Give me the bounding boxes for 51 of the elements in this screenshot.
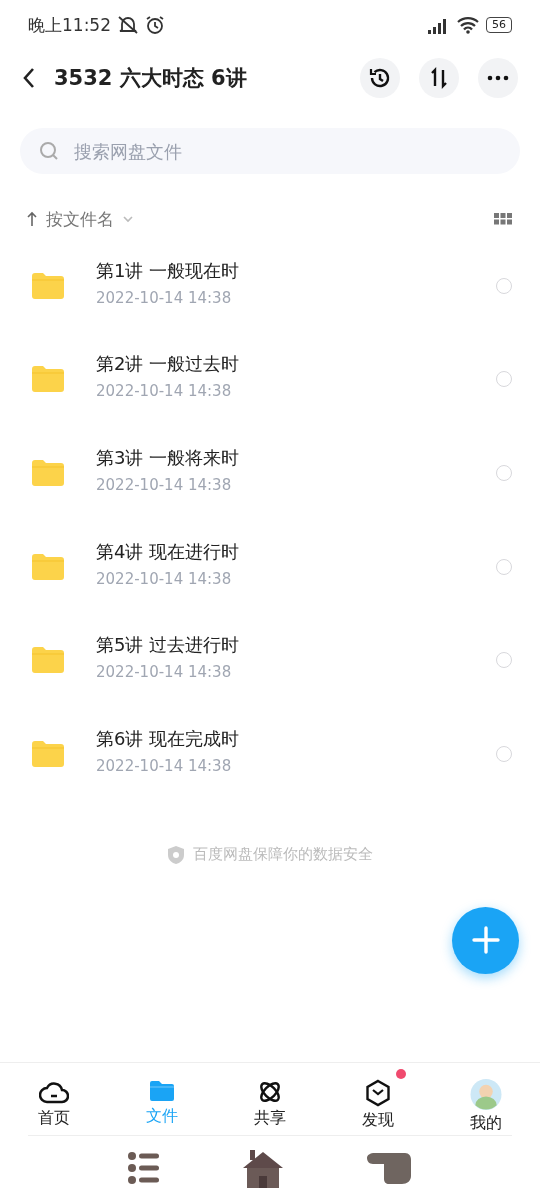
nav-tab[interactable]: 共享 (216, 1063, 324, 1135)
chevron-down-icon (122, 215, 134, 223)
folder-icon (32, 647, 64, 674)
mute-icon (117, 15, 139, 35)
add-button[interactable] (452, 906, 519, 974)
folder-icon (32, 553, 64, 580)
folder-date: 2022-10-14 14:38 (96, 288, 233, 307)
alarm-icon (145, 15, 165, 35)
menu-icon[interactable] (127, 1151, 161, 1185)
folder-icon (32, 460, 64, 486)
cloud-icon (39, 1079, 69, 1105)
shield-icon (167, 844, 185, 865)
folder-date: 2022-10-14 14:38 (96, 382, 233, 401)
arrow-up-icon (26, 211, 38, 227)
folder-name[interactable]: 第2讲 一般过去时 (96, 352, 496, 377)
folder-date: 2022-10-14 14:38 (96, 476, 233, 494)
grid-view-icon[interactable] (494, 213, 512, 225)
search-bar[interactable]: 搜索网盘文件 (20, 128, 520, 174)
back-icon[interactable] (22, 66, 36, 89)
sort-dropdown[interactable]: 按文件名 (26, 207, 134, 231)
folder-icon (148, 1079, 176, 1103)
hexagon-icon (365, 1079, 391, 1107)
folder-name[interactable]: 第3讲 一般将来时 (96, 446, 496, 470)
folder-date: 2022-10-14 14:38 (96, 663, 233, 682)
folder-date: 2022-10-14 14:38 (96, 569, 233, 588)
more-button[interactable] (478, 57, 518, 98)
folder-icon (32, 366, 64, 393)
folder-icon (32, 272, 64, 299)
plus-icon (471, 926, 500, 955)
sort-button[interactable] (419, 57, 459, 98)
history-button[interactable] (360, 57, 400, 98)
security-note: 百度网盘保障你的数据安全 (193, 845, 373, 865)
wifi-icon (456, 16, 480, 34)
nav-tab[interactable]: 首页 (0, 1063, 108, 1135)
status-time: 晚上11:52 (28, 13, 111, 37)
nav-tab[interactable]: 我的 (432, 1063, 540, 1135)
battery-level: 56 (486, 17, 512, 33)
folder-name[interactable]: 第4讲 现在进行时 (96, 539, 496, 564)
atom-icon (257, 1079, 283, 1105)
more-icon (487, 74, 509, 81)
folder-name[interactable]: 第1讲 一般现在时 (96, 258, 496, 283)
nav-tab[interactable]: 发现 (324, 1063, 432, 1135)
page-title: 3532 六大时态 6讲 (54, 64, 248, 92)
folder-icon (32, 740, 64, 767)
folder-date: 2022-10-14 14:38 (96, 756, 233, 775)
search-icon (38, 140, 60, 162)
avatar-icon (470, 1079, 502, 1110)
folder-name[interactable]: 第5讲 过去进行时 (96, 633, 496, 658)
folder-name[interactable]: 第6讲 现在完成时 (96, 726, 496, 751)
search-field[interactable]: 搜索网盘文件 (72, 139, 502, 163)
hand-icon[interactable] (365, 1150, 413, 1186)
